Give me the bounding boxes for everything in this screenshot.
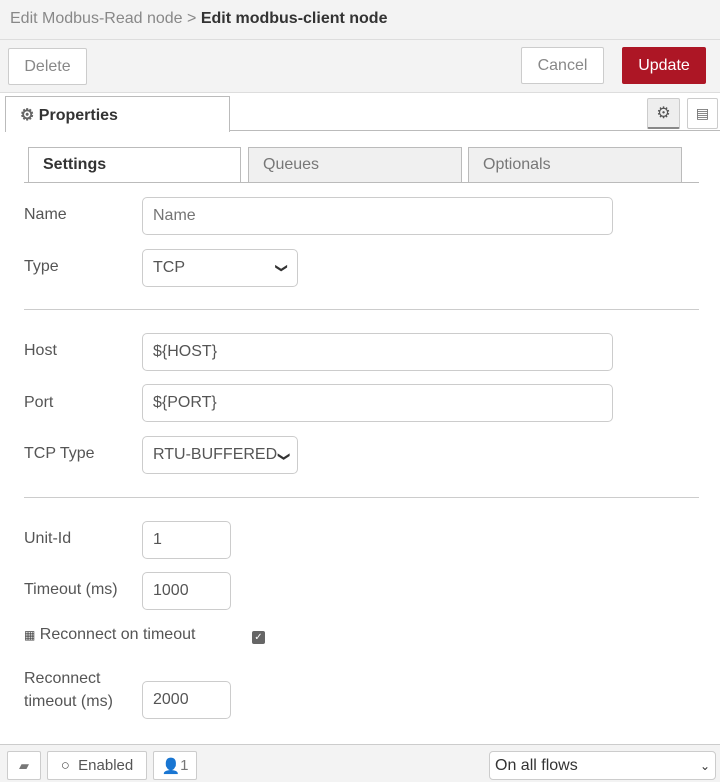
name-input[interactable] [142, 197, 613, 235]
unit-id-label: Unit-Id [24, 530, 72, 547]
name-label: Name [24, 206, 67, 223]
subtab-divider [24, 182, 699, 183]
description-icon[interactable]: ▤ [687, 98, 718, 129]
divider [24, 497, 699, 498]
reconnect-timeout-label: Reconnect timeout (ms) [24, 667, 113, 713]
breadcrumb-parent[interactable]: Edit Modbus-Read node [10, 10, 183, 27]
port-label: Port [24, 394, 54, 411]
reconnect-on-timeout-text: Reconnect on timeout [39, 626, 196, 643]
reconnect-on-timeout-label: ▦ Reconnect on timeout [24, 626, 195, 644]
tab-optionals[interactable]: Optionals [468, 147, 682, 183]
tab-queues[interactable]: Queues [248, 147, 462, 183]
reconnect-timeout-input[interactable]: 2000 [142, 681, 231, 719]
type-value: TCP [153, 259, 185, 276]
tab-divider [230, 130, 720, 131]
timeout-input[interactable]: 1000 [142, 572, 231, 610]
chevron-down-icon: ❯ [274, 262, 289, 274]
divider [24, 309, 699, 310]
chevron-down-icon: ❯ [277, 448, 292, 462]
delete-button[interactable]: Delete [8, 48, 87, 85]
host-label: Host [24, 342, 57, 359]
tab-bar: ⚙ Properties ⚙ ▤ [0, 93, 720, 132]
reconnect-timeout-label-line2: timeout (ms) [24, 693, 113, 710]
breadcrumb: Edit Modbus-Read node > Edit modbus-clie… [0, 0, 720, 40]
toolbar: Delete Cancel Update [0, 40, 720, 93]
users-button[interactable]: 👤 1 [153, 751, 197, 780]
update-button[interactable]: Update [622, 47, 706, 84]
breadcrumb-separator: > [187, 10, 197, 27]
reconnect-on-timeout-checkbox[interactable]: ✓ [252, 631, 265, 644]
unit-id-input[interactable]: 1 [142, 521, 231, 559]
tab-settings[interactable]: Settings [28, 147, 241, 183]
chevron-down-icon: ⌄ [699, 758, 710, 773]
gear-icon: ⚙ [20, 107, 35, 124]
circle-icon: ○ [60, 757, 70, 774]
timeout-label: Timeout (ms) [24, 581, 118, 598]
cancel-button[interactable]: Cancel [521, 47, 604, 84]
port-input[interactable]: ${PORT} [142, 384, 613, 422]
host-input[interactable]: ${HOST} [142, 333, 613, 371]
enabled-label: Enabled [78, 757, 134, 774]
footer: ▰ ○ Enabled 👤 1 On all flows ⌄ [0, 744, 720, 782]
type-select[interactable]: TCP ❯ [142, 249, 298, 287]
tcp-type-label: TCP Type [24, 445, 95, 462]
type-label: Type [24, 258, 59, 275]
users-count: 1 [180, 757, 189, 774]
breadcrumb-current: Edit modbus-client node [200, 10, 388, 27]
scope-value: On all flows [495, 756, 578, 774]
enabled-toggle[interactable]: ○ Enabled [47, 751, 147, 780]
tcp-type-select[interactable]: RTU-BUFFERED ❯ [142, 436, 298, 474]
tab-properties[interactable]: ⚙ Properties [5, 96, 230, 132]
reconnect-timeout-label-line1: Reconnect [24, 670, 101, 687]
tab-properties-label: Properties [38, 107, 118, 124]
book-icon[interactable]: ▰ [7, 751, 41, 780]
tcp-type-value: RTU-BUFFERED [153, 446, 278, 463]
user-icon: 👤 [161, 757, 181, 775]
grid-icon: ▦ [24, 628, 36, 642]
scope-select[interactable]: On all flows ⌄ [489, 751, 716, 780]
gear-icon[interactable]: ⚙ [647, 98, 680, 129]
